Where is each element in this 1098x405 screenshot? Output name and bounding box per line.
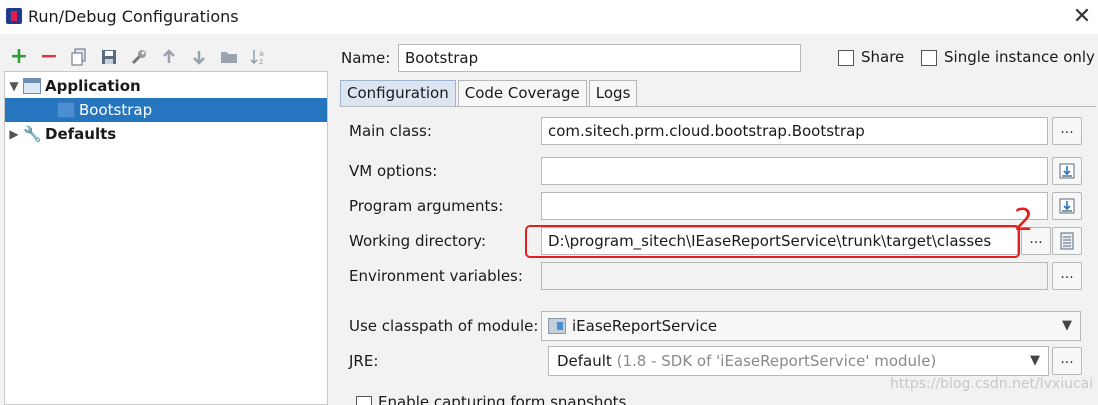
module-icon: [548, 318, 566, 334]
intellij-app-icon: [6, 8, 22, 24]
jre-select[interactable]: Default (1.8 - SDK of 'iEaseReportServic…: [548, 346, 1049, 376]
single-instance-checkbox[interactable]: [921, 50, 937, 66]
jre-value: Default: [557, 352, 612, 370]
tree-item-bootstrap[interactable]: Bootstrap: [5, 98, 327, 122]
document-icon: [1060, 232, 1074, 250]
program-arguments-input[interactable]: [541, 192, 1048, 220]
tree-item-application[interactable]: ▼ Application: [5, 74, 327, 98]
classpath-module-value: iEaseReportService: [572, 317, 718, 335]
edit-defaults-button[interactable]: [126, 44, 152, 70]
tree-item-defaults[interactable]: ▶ 🔧 Defaults: [5, 122, 327, 146]
name-label: Name:: [341, 49, 391, 67]
title-bar: Run/Debug Configurations ✕: [0, 0, 1098, 34]
tree-item-label: Bootstrap: [79, 101, 153, 119]
tab-code-coverage[interactable]: Code Coverage: [457, 80, 587, 107]
expand-icon: [1059, 198, 1075, 214]
toolbar: + − a z: [6, 44, 272, 70]
remove-icon: −: [39, 44, 59, 69]
arrow-up-icon: [163, 49, 175, 63]
copy-icon: [71, 48, 86, 66]
wrench-icon: 🔧: [23, 125, 42, 143]
main-class-label: Main class:: [349, 122, 432, 140]
close-button[interactable]: ✕: [1068, 4, 1096, 30]
expand-icon: [1059, 163, 1075, 179]
environment-variables-browse-button[interactable]: ...: [1052, 262, 1082, 290]
jre-browse-button[interactable]: ...: [1052, 347, 1082, 375]
tab-logs[interactable]: Logs: [588, 80, 638, 107]
arrow-down-icon: [193, 51, 205, 65]
environment-variables-label: Environment variables:: [349, 267, 523, 285]
config-tabs: Configuration Code Coverage Logs: [340, 80, 639, 107]
working-directory-label: Working directory:: [349, 232, 487, 250]
save-button[interactable]: [96, 44, 122, 70]
annotation-highlight-box: [525, 225, 1020, 258]
single-instance-label: Single instance only: [944, 48, 1095, 66]
main-class-input[interactable]: com.sitech.prm.cloud.bootstrap.Bootstrap: [541, 117, 1048, 145]
sort-icon: a z: [250, 49, 264, 66]
wrench-icon: [131, 50, 146, 65]
chevron-down-icon[interactable]: ▼: [5, 79, 23, 93]
save-icon: [102, 50, 116, 64]
folder-button[interactable]: [216, 44, 242, 70]
jre-detail: (1.8 - SDK of 'iEaseReportService' modul…: [616, 352, 937, 370]
tree-item-label: Defaults: [45, 125, 117, 143]
chevron-right-icon[interactable]: ▶: [5, 127, 23, 141]
chevron-down-icon: ▼: [1062, 318, 1072, 333]
working-directory-macro-button[interactable]: [1052, 227, 1082, 255]
tab-configuration[interactable]: Configuration: [340, 80, 456, 107]
tree-item-label: Application: [45, 77, 141, 95]
move-up-button[interactable]: [156, 44, 182, 70]
environment-variables-input[interactable]: [541, 262, 1048, 290]
capture-snapshots-checkbox[interactable]: [356, 396, 372, 405]
remove-button[interactable]: −: [36, 44, 62, 70]
watermark: https://blog.csdn.net/lvxiucai: [890, 376, 1094, 392]
classpath-module-label: Use classpath of module:: [349, 317, 539, 335]
add-button[interactable]: +: [6, 44, 32, 70]
svg-text:z: z: [259, 57, 263, 66]
sort-button[interactable]: a z: [246, 44, 272, 70]
copy-button[interactable]: [66, 44, 92, 70]
main-class-browse-button[interactable]: ...: [1052, 117, 1082, 145]
window-title: Run/Debug Configurations: [28, 7, 239, 26]
vm-options-input[interactable]: [541, 157, 1048, 185]
configuration-tree: ▼ Application Bootstrap ▶ 🔧 Defaults: [4, 71, 328, 405]
program-arguments-label: Program arguments:: [349, 197, 504, 215]
share-label: Share: [861, 48, 905, 66]
annotation-number: 2: [1014, 203, 1034, 238]
vm-options-label: VM options:: [349, 162, 438, 180]
add-icon: +: [9, 44, 29, 69]
share-checkbox[interactable]: [838, 50, 854, 66]
capture-snapshots-label: Enable capturing form snapshots: [378, 393, 627, 405]
folder-icon: [221, 52, 237, 63]
run-configuration-icon: [57, 102, 75, 118]
vm-options-expand-button[interactable]: [1052, 157, 1082, 185]
move-down-button[interactable]: [186, 44, 212, 70]
jre-label: JRE:: [349, 352, 379, 370]
name-input[interactable]: Bootstrap: [398, 44, 801, 72]
classpath-module-select[interactable]: iEaseReportService ▼: [541, 311, 1081, 341]
application-icon: [23, 78, 41, 94]
program-arguments-expand-button[interactable]: [1052, 192, 1082, 220]
chevron-down-icon: ▼: [1030, 353, 1040, 368]
